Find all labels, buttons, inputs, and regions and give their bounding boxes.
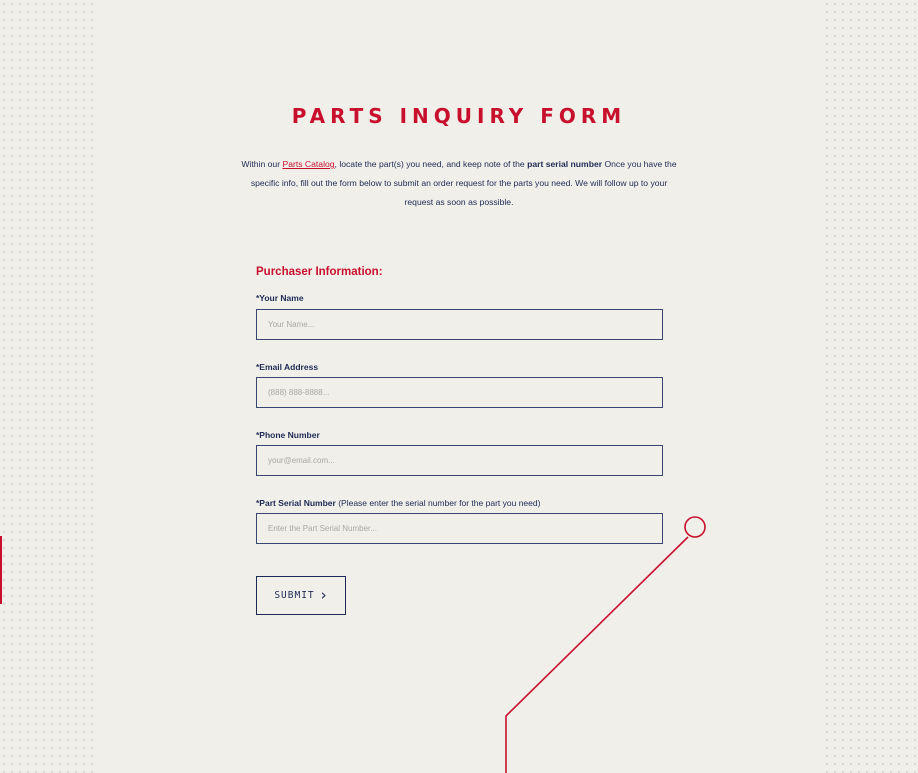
email-label: *Email Address (256, 362, 319, 372)
submit-button[interactable]: SUBMIT › (256, 576, 346, 615)
parts-catalog-link[interactable]: Parts Catalog (282, 159, 334, 169)
serial-label-text: *Part Serial Number (256, 498, 336, 508)
serial-label-hint: (Please enter the serial number for the … (335, 498, 541, 508)
name-input[interactable] (256, 309, 663, 340)
page-title: PARTS INQUIRY FORM (291, 104, 627, 128)
phone-label: *Phone Number (256, 430, 320, 440)
chevron-right-icon: › (320, 586, 328, 604)
serial-label: *Part Serial Number (Please enter the se… (256, 498, 540, 508)
phone-input[interactable] (256, 445, 663, 476)
intro-text: Within our Parts Catalog, locate the par… (240, 155, 678, 212)
intro-text-part1: Within our (241, 159, 283, 169)
intro-text-part2: , locate the part(s) you need, and keep … (334, 159, 528, 169)
section-title: Purchaser Information: (256, 266, 383, 278)
submit-label: SUBMIT (274, 590, 315, 601)
intro-bold-text: part serial number (527, 159, 603, 169)
email-input[interactable] (256, 377, 663, 408)
name-label: *Your Name (256, 293, 304, 303)
serial-number-input[interactable] (256, 513, 663, 544)
